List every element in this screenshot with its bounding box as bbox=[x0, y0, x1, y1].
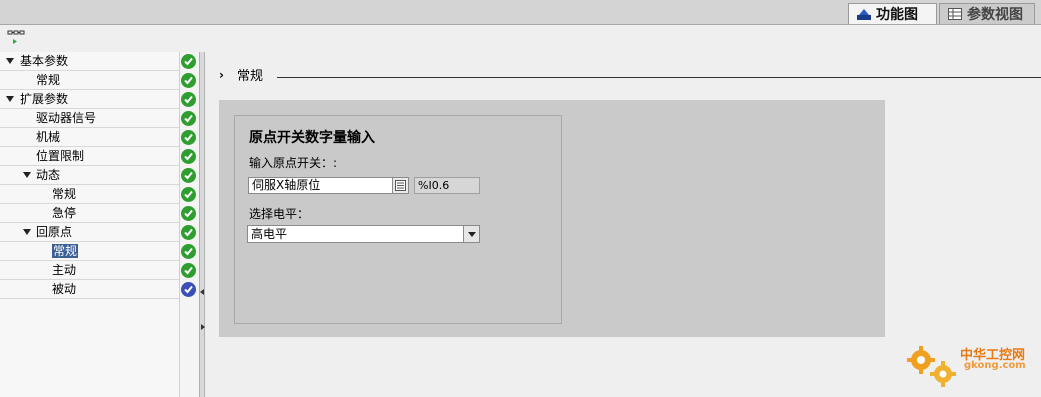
check-ok-icon bbox=[181, 187, 196, 202]
parameter-view-icon bbox=[948, 8, 962, 20]
collapse-left-icon[interactable] bbox=[200, 289, 204, 295]
check-ok-icon bbox=[181, 168, 196, 183]
tree-item[interactable]: 急停 bbox=[0, 204, 180, 223]
tree-item[interactable]: 被动 bbox=[0, 280, 180, 299]
browse-tag-button[interactable] bbox=[392, 177, 409, 194]
tree-item-label: 位置限制 bbox=[36, 149, 85, 163]
tree-item[interactable]: 常规 bbox=[0, 242, 180, 261]
tree-item-label: 动态 bbox=[36, 168, 61, 182]
tree-item[interactable]: 常规 bbox=[0, 71, 180, 90]
section-title: 常规 bbox=[237, 69, 264, 84]
tree-item[interactable]: 动态 bbox=[0, 166, 180, 185]
check-ok-icon bbox=[181, 149, 196, 164]
tree-item-label: 扩展参数 bbox=[20, 92, 69, 106]
expand-arrow-icon[interactable] bbox=[23, 172, 31, 178]
level-select[interactable]: 高电平 bbox=[247, 225, 480, 243]
check-ok-icon bbox=[181, 73, 196, 88]
tree-item[interactable]: 驱动器信号 bbox=[0, 109, 180, 128]
check-ok-icon bbox=[181, 244, 196, 259]
tree-item-label: 基本参数 bbox=[20, 54, 69, 68]
tree-item[interactable]: 位置限制 bbox=[0, 147, 180, 166]
home-switch-input[interactable]: 伺服X轴原位 bbox=[248, 177, 394, 194]
list-icon bbox=[395, 180, 406, 191]
tree-item[interactable]: 回原点 bbox=[0, 223, 180, 242]
address-field: %I0.6 bbox=[414, 177, 480, 194]
level-label: 选择电平： bbox=[249, 207, 310, 221]
check-ok-icon bbox=[181, 263, 196, 278]
expand-right-icon[interactable] bbox=[201, 324, 205, 330]
expand-arrow-icon[interactable] bbox=[23, 229, 31, 235]
section-divider bbox=[277, 77, 1041, 78]
tree-item-label: 常规 bbox=[52, 244, 79, 258]
check-ok-icon bbox=[181, 111, 196, 126]
expand-arrow-icon[interactable] bbox=[6, 58, 14, 64]
tab-label: 功能图 bbox=[876, 7, 918, 23]
check-ok-icon bbox=[181, 92, 196, 107]
tree-item-label: 驱动器信号 bbox=[36, 111, 97, 125]
tree-item[interactable]: 主动 bbox=[0, 261, 180, 280]
tree-item[interactable]: 扩展参数 bbox=[0, 90, 180, 109]
check-ok-icon bbox=[181, 130, 196, 145]
check-ok-icon bbox=[181, 225, 196, 240]
tree-item-label: 主动 bbox=[52, 263, 77, 277]
tab-label: 参数视图 bbox=[967, 7, 1023, 23]
tree-item-label: 回原点 bbox=[36, 225, 73, 239]
tree-item-label: 被动 bbox=[52, 282, 77, 296]
tab-function-view[interactable]: 功能图 bbox=[848, 3, 937, 24]
tree-item-label: 机械 bbox=[36, 130, 61, 144]
check-ok-icon bbox=[181, 206, 196, 221]
tree-item[interactable]: 基本参数 bbox=[0, 52, 180, 71]
network-view-icon[interactable] bbox=[7, 28, 25, 46]
home-switch-label: 输入原点开关：: bbox=[249, 156, 338, 170]
tree-item-label: 急停 bbox=[52, 206, 77, 220]
chevron-down-icon[interactable] bbox=[463, 226, 479, 242]
check-ok-icon bbox=[181, 54, 196, 69]
check-partial-icon bbox=[181, 282, 196, 297]
tab-parameter-view[interactable]: 参数视图 bbox=[939, 3, 1035, 24]
chevron-right-icon: › bbox=[219, 68, 224, 82]
tree-item[interactable]: 常规 bbox=[0, 185, 180, 204]
group-title: 原点开关数字量输入 bbox=[249, 130, 375, 146]
expand-arrow-icon[interactable] bbox=[6, 96, 14, 102]
watermark-url: gkong.com bbox=[964, 360, 1026, 371]
tree-item-label: 常规 bbox=[36, 73, 61, 87]
tree-item[interactable]: 机械 bbox=[0, 128, 180, 147]
panel-splitter[interactable] bbox=[199, 52, 205, 397]
function-view-icon bbox=[857, 8, 871, 20]
tree-item-label: 常规 bbox=[52, 187, 77, 201]
